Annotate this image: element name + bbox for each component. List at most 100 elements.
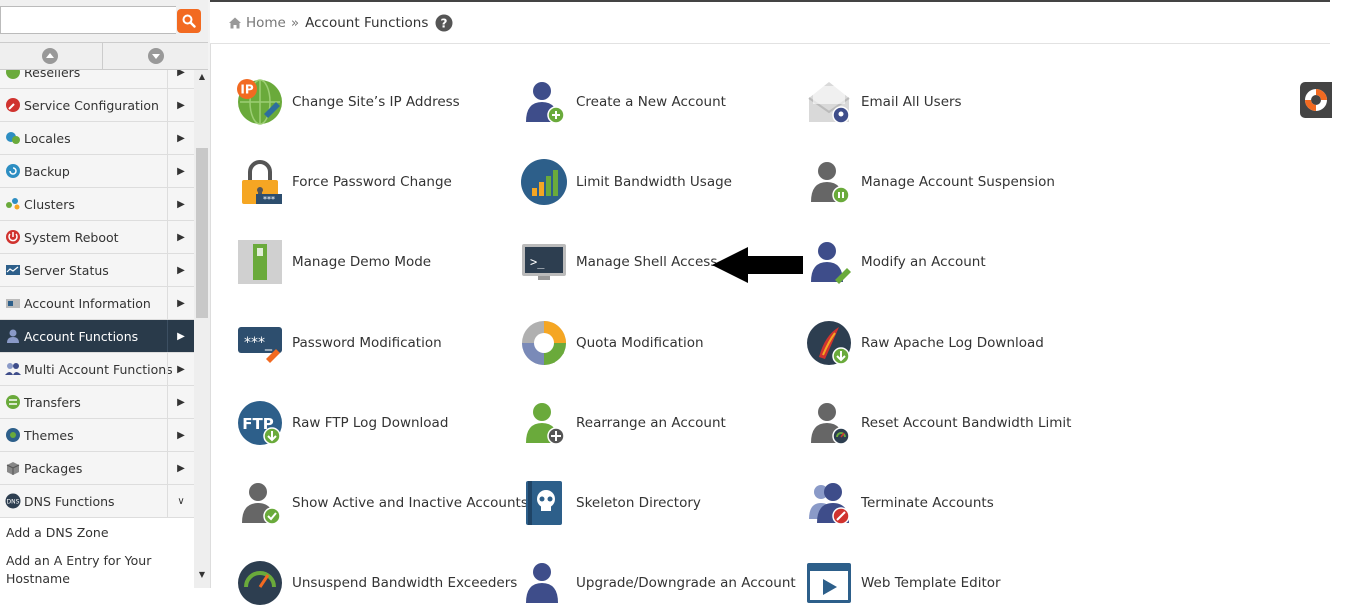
change-ip-icon: IP	[237, 79, 282, 125]
tile-show-active-and-inactive-accounts[interactable]: Show Active and Inactive Accounts	[236, 477, 528, 529]
sidebar-item-packages[interactable]: Packages ▶	[0, 452, 194, 485]
cluster-icon	[6, 198, 20, 210]
sidebar-nav: Resellers ▶ Service Configuration ▶ Locales ▶…	[0, 70, 194, 588]
sidebar-item-label: Transfers	[24, 394, 81, 410]
reset-bandwidth-icon	[811, 403, 850, 445]
sidebar-subitem[interactable]: Add a DNS Zone	[0, 518, 194, 546]
sidebar-expand-arrow[interactable]: ▶	[167, 155, 194, 187]
scroll-down-arrow[interactable]: ▼	[194, 570, 210, 584]
create-account-icon	[526, 82, 565, 124]
search-icon	[182, 14, 196, 28]
breadcrumb-home-link[interactable]: Home	[246, 15, 286, 31]
search-button[interactable]	[177, 9, 201, 33]
tile-label: Terminate Accounts	[861, 495, 994, 511]
sidebar-item-server-status[interactable]: Server Status ▶	[0, 254, 194, 287]
sidebar-item-service-configuration[interactable]: Service Configuration ▶	[0, 89, 194, 122]
modify-account-icon	[811, 242, 851, 284]
sidebar-expand-arrow[interactable]: ▶	[167, 188, 194, 220]
tile-label: Manage Demo Mode	[292, 254, 432, 270]
sidebar-expand-arrow[interactable]: ▶	[167, 122, 194, 154]
sidebar-item-label: Multi Account Functions	[24, 361, 173, 377]
sidebar-expand-arrow[interactable]: ∨	[167, 485, 194, 517]
sidebar-expand-arrow[interactable]: ▶	[167, 353, 194, 385]
email-users-icon	[808, 82, 850, 124]
tile-label: Create a New Account	[576, 94, 726, 110]
tile-upgrade-downgrade-an-account[interactable]: Upgrade/Downgrade an Account	[520, 557, 796, 609]
chevron-down-icon[interactable]	[146, 46, 166, 66]
sidebar-item-account-functions[interactable]: Account Functions ▶	[0, 320, 194, 353]
sidebar-item-transfers[interactable]: Transfers ▶	[0, 386, 194, 419]
lifebuoy-icon	[1305, 89, 1327, 111]
sidebar-expand-arrow[interactable]: ▶	[167, 70, 194, 88]
dns-icon: DNS	[5, 493, 21, 509]
svg-text:***: ***	[263, 195, 275, 204]
sidebar-expand-arrow[interactable]: ▶	[167, 386, 194, 418]
wrench-icon	[6, 98, 20, 112]
sidebar-subitem[interactable]: Add an A Entry for Your Hostname	[0, 546, 194, 588]
search-box	[0, 0, 208, 43]
sidebar-item-label: System Reboot	[24, 229, 119, 245]
search-input[interactable]	[0, 6, 176, 34]
help-icon[interactable]: ?	[435, 14, 453, 32]
tile-label: Modify an Account	[861, 254, 986, 270]
web-template-icon	[807, 563, 851, 603]
tile-label: Show Active and Inactive Accounts	[292, 495, 528, 511]
sidebar-expand-arrow[interactable]: ▶	[167, 419, 194, 451]
home-icon[interactable]	[228, 16, 242, 30]
tile-terminate-accounts[interactable]: Terminate Accounts	[805, 477, 994, 529]
sidebar-expand-arrow[interactable]: ▶	[167, 452, 194, 484]
tile-force-password-change[interactable]: *** Force Password Change	[236, 156, 452, 208]
sidebar-expand-arrow[interactable]: ▶	[167, 221, 194, 253]
tile-reset-account-bandwidth-limit[interactable]: Reset Account Bandwidth Limit	[805, 397, 1071, 449]
tile-label: Raw Apache Log Download	[861, 335, 1044, 351]
tile-change-site-s-ip-address[interactable]: IP Change Site’s IP Address	[236, 76, 460, 128]
svg-text:?: ?	[441, 16, 448, 30]
sidebar-expand-arrow[interactable]: ▶	[167, 254, 194, 286]
tile-raw-apache-log-download[interactable]: Raw Apache Log Download	[805, 317, 1044, 369]
chevron-up-icon[interactable]	[40, 46, 60, 66]
tile-manage-demo-mode[interactable]: Manage Demo Mode	[236, 236, 431, 288]
sidebar-item-themes[interactable]: Themes ▶	[0, 419, 194, 452]
tile-manage-account-suspension[interactable]: Manage Account Suspension	[805, 156, 1055, 208]
tile-label: Limit Bandwidth Usage	[576, 174, 732, 190]
packages-icon	[6, 462, 20, 475]
skeleton-icon	[526, 481, 562, 525]
sidebar-item-multi-account-functions[interactable]: Multi Account Functions ▶	[0, 353, 194, 386]
scroll-up-arrow[interactable]: ▲	[194, 72, 210, 86]
sidebar-item-system-reboot[interactable]: System Reboot ▶	[0, 221, 194, 254]
tile-limit-bandwidth-usage[interactable]: Limit Bandwidth Usage	[520, 156, 732, 208]
tile-unsuspend-bandwidth-exceeders[interactable]: Unsuspend Bandwidth Exceeders	[236, 557, 517, 609]
tile-skeleton-directory[interactable]: Skeleton Directory	[520, 477, 701, 529]
sidebar-item-label: Account Information	[24, 295, 151, 311]
tile-label: Rearrange an Account	[576, 415, 726, 431]
tile-rearrange-an-account[interactable]: Rearrange an Account	[520, 397, 726, 449]
sidebar-item-clusters[interactable]: Clusters ▶	[0, 188, 194, 221]
scroll-thumb[interactable]	[196, 148, 208, 318]
sidebar-expand-arrow[interactable]: ▶	[167, 287, 194, 319]
demo-mode-icon	[238, 240, 282, 284]
tile-modify-an-account[interactable]: Modify an Account	[805, 236, 986, 288]
sidebar-item-dns-functions[interactable]: DNS DNS Functions ∨	[0, 485, 194, 518]
sidebar: Resellers ▶ Service Configuration ▶ Locales ▶…	[0, 0, 211, 588]
account-functions-icon	[7, 329, 19, 343]
sidebar-item-backup[interactable]: Backup ▶	[0, 155, 194, 188]
tile-password-modification[interactable]: ***_ Password Modification	[236, 317, 442, 369]
sidebar-item-account-information[interactable]: Account Information ▶	[0, 287, 194, 320]
tile-label: Manage Shell Access	[576, 254, 718, 270]
sidebar-scrollbar[interactable]: ▲ ▼	[194, 70, 210, 588]
tile-create-a-new-account[interactable]: Create a New Account	[520, 76, 726, 128]
sidebar-item-locales[interactable]: Locales ▶	[0, 122, 194, 155]
sidebar-item-resellers[interactable]: Resellers ▶	[0, 70, 194, 89]
sidebar-expand-arrow[interactable]: ▶	[167, 320, 194, 352]
tile-raw-ftp-log-download[interactable]: FTP Raw FTP Log Download	[236, 397, 448, 449]
tile-manage-shell-access[interactable]: >_ Manage Shell Access	[520, 236, 717, 288]
sidebar-expand-arrow[interactable]: ▶	[167, 89, 194, 121]
tile-email-all-users[interactable]: Email All Users	[805, 76, 962, 128]
tile-web-template-editor[interactable]: Web Template Editor	[805, 557, 1001, 609]
sidebar-item-label: Themes	[24, 427, 74, 443]
shell-access-icon: >_	[522, 244, 566, 280]
power-icon	[6, 230, 20, 244]
tile-label: Password Modification	[292, 335, 442, 351]
support-button[interactable]	[1300, 82, 1332, 118]
tile-quota-modification[interactable]: Quota Modification	[520, 317, 704, 369]
